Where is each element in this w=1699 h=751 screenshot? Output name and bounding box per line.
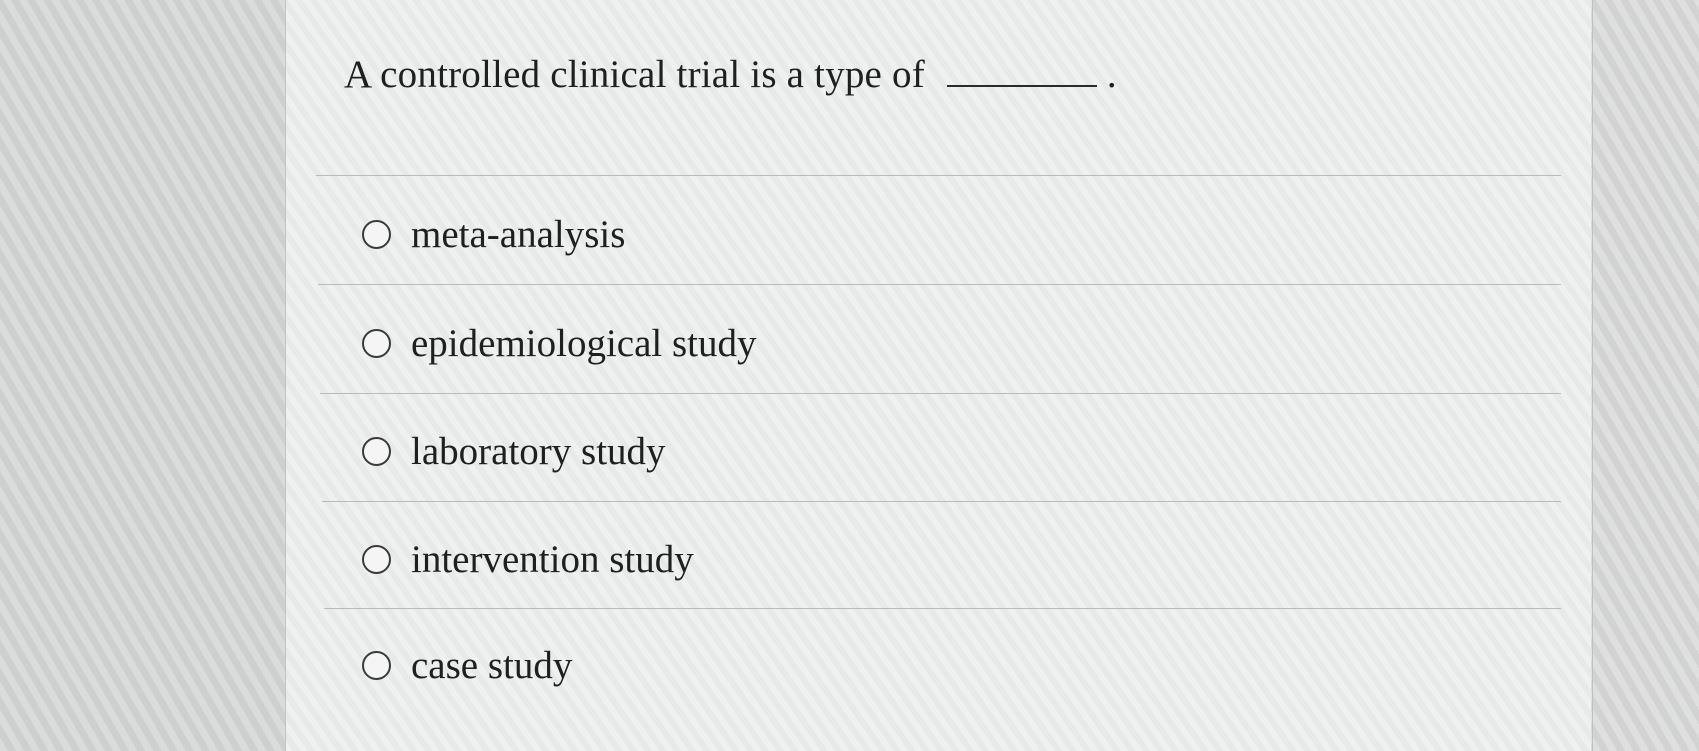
option-label: case study <box>411 643 573 687</box>
question-text: A controlled clinical trial is a type of <box>344 53 925 96</box>
radio-button[interactable] <box>362 650 391 680</box>
divider <box>316 175 1561 176</box>
divider <box>322 501 1561 502</box>
divider <box>320 393 1561 394</box>
radio-button[interactable] <box>362 328 391 358</box>
screen: A controlled clinical trial is a type of… <box>0 0 1699 751</box>
option-case-study[interactable]: case study <box>362 641 572 689</box>
option-meta-analysis[interactable]: meta-analysis <box>362 210 625 258</box>
divider <box>324 608 1561 609</box>
question-prompt: A controlled clinical trial is a type of… <box>344 52 1117 97</box>
question-panel: A controlled clinical trial is a type of… <box>286 0 1591 751</box>
divider <box>318 284 1561 285</box>
option-epidemiological-study[interactable]: epidemiological study <box>362 319 757 367</box>
left-margin <box>0 0 286 751</box>
option-label: meta-analysis <box>411 212 626 256</box>
option-laboratory-study[interactable]: laboratory study <box>362 427 666 475</box>
radio-button[interactable] <box>362 544 391 574</box>
option-label: laboratory study <box>411 429 666 473</box>
option-intervention-study[interactable]: intervention study <box>362 535 694 583</box>
answer-blank <box>946 55 1097 87</box>
question-punctuation: . <box>1106 53 1117 96</box>
option-label: intervention study <box>411 537 694 581</box>
right-margin <box>1592 0 1699 751</box>
option-label: epidemiological study <box>411 321 757 365</box>
radio-button[interactable] <box>362 219 391 249</box>
radio-button[interactable] <box>362 436 391 466</box>
